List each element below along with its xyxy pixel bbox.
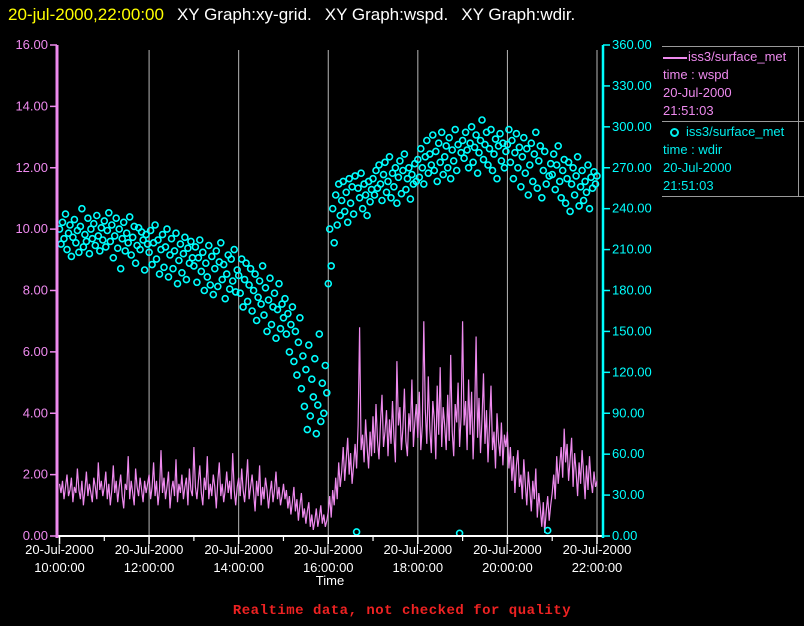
tick-label: 30.00 bbox=[612, 487, 645, 502]
x-axis: 20-Jul-200010:00:0020-Jul-200012:00:0020… bbox=[25, 535, 632, 575]
legend-date: 20-Jul-2000 bbox=[663, 160, 732, 175]
tick-label: 20-Jul-2000 bbox=[25, 542, 94, 557]
tick-label: 20-Jul-2000 bbox=[204, 542, 273, 557]
tick-label: 360.00 bbox=[612, 37, 652, 52]
tick-label: 60.00 bbox=[612, 446, 645, 461]
tick-label: 0.00 bbox=[23, 528, 48, 543]
wdir-marker-symbol bbox=[670, 128, 679, 138]
tick-label: 8.00 bbox=[23, 283, 48, 298]
tick-label: 16.00 bbox=[15, 37, 48, 52]
tick-label: 240.00 bbox=[612, 201, 652, 216]
tick-label: 90.00 bbox=[612, 405, 645, 420]
tick-label: 180.00 bbox=[612, 283, 652, 298]
tick-label: 300.00 bbox=[612, 119, 652, 134]
tick-label: 210.00 bbox=[612, 242, 652, 257]
right-axis-wdir: 0.00 30.00 60.00 90.00 120.00 150.00 180.00 210… bbox=[601, 37, 652, 543]
legend-source: iss3/surface_met bbox=[686, 124, 785, 139]
tick-label: 12.00 bbox=[15, 160, 48, 175]
legend-field: time : wspd bbox=[663, 67, 729, 82]
wspd-line-symbol bbox=[663, 56, 687, 59]
quality-notice: Realtime data, not checked for quality bbox=[232, 603, 572, 619]
tick-label: 20-Jul-2000 bbox=[563, 542, 632, 557]
tick-label: 330.00 bbox=[612, 78, 652, 93]
tick-label: 150.00 bbox=[612, 323, 652, 338]
tick-label: 0.00 bbox=[612, 528, 637, 543]
tick-label: 20-Jul-2000 bbox=[384, 542, 453, 557]
tick-label: 2.00 bbox=[23, 467, 48, 482]
tick-label: 14.00 bbox=[15, 98, 48, 113]
legend-time: 21:51:03 bbox=[663, 178, 714, 193]
legend-source: iss3/surface_met bbox=[688, 49, 787, 64]
xy-graph-window: 20-jul-2000,22:00:00 XY Graph:xy-grid. X… bbox=[0, 0, 804, 626]
tick-label: 6.00 bbox=[23, 344, 48, 359]
tick-label: 4.00 bbox=[23, 405, 48, 420]
tick-label: 10.00 bbox=[15, 221, 48, 236]
left-axis-wspd: 0.00 2.00 4.00 6.00 8.00 10.00 12.00 14.00 16.00 bbox=[15, 37, 59, 543]
tick-label: 20-Jul-2000 bbox=[115, 542, 184, 557]
legend-time: 21:51:03 bbox=[663, 103, 714, 118]
legend: iss3/surface_met time : wspd 20-Jul-2000… bbox=[662, 46, 804, 197]
legend-entry-wspd: iss3/surface_met time : wspd 20-Jul-2000… bbox=[662, 47, 804, 121]
legend-field: time : wdir bbox=[663, 142, 723, 157]
legend-right-rule bbox=[798, 47, 799, 196]
legend-date: 20-Jul-2000 bbox=[663, 85, 732, 100]
tick-label: 20-Jul-2000 bbox=[473, 542, 542, 557]
tick-label: 20-Jul-2000 bbox=[294, 542, 363, 557]
legend-entry-wdir: iss3/surface_met time : wdir 20-Jul-2000… bbox=[662, 121, 804, 196]
tick-label: 270.00 bbox=[612, 160, 652, 175]
tick-label: 120.00 bbox=[612, 364, 652, 379]
x-axis-title: Time bbox=[315, 573, 345, 588]
